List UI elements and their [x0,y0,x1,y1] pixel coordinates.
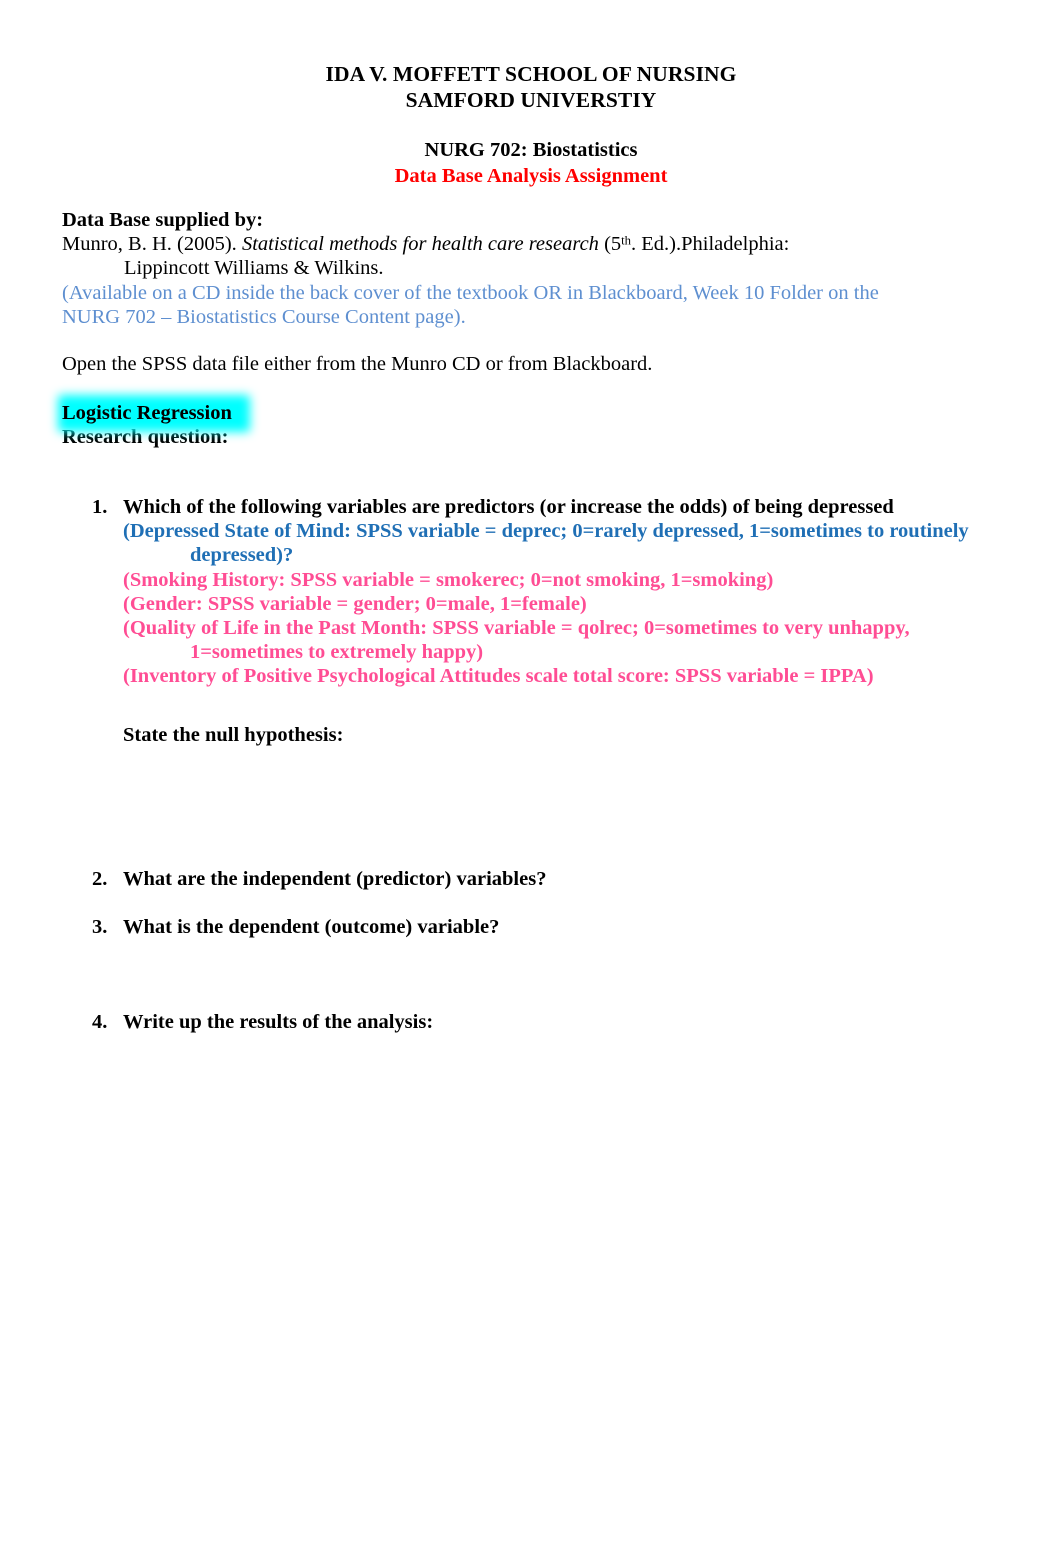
data-base-supplied-by-label: Data Base supplied by: [62,209,264,231]
state-null-hypothesis-prompt: State the null hypothesis: [123,723,344,746]
question-number-4: 4. [92,1011,108,1034]
question-item-2: 2. What are the independent (predictor) … [62,867,1022,891]
citation-publisher: Lippincott Williams & Wilkins. [124,257,384,280]
question-text-1: Which of the following variables are pre… [123,496,894,518]
question-item-1: 1. Which of the following variables are … [62,495,1022,519]
question-number-1: 1. [92,496,108,518]
question-list: 1. Which of the following variables are … [62,495,1022,1034]
answer-space-question-3 [62,939,1022,1010]
institution-name-line1: IDA V. MOFFETT SCHOOL OF NURSING [325,62,737,86]
citation-title: Statistical methods for health care rese… [241,233,599,256]
header-spacer [0,113,1062,138]
answer-space-question-2 [62,891,1022,915]
open-spss-instruction: Open the SPSS data file either from the … [62,353,653,376]
document-header: IDA V. MOFFETT SCHOOL OF NURSING SAMFORD… [0,62,1062,189]
question-text-3: What is the dependent (outcome) variable… [123,916,500,939]
question-number-2: 2. [92,867,108,890]
availability-note-line1: (Available on a CD inside the back cover… [62,281,879,304]
logistic-regression-heading-text: Logistic Regression [62,402,232,425]
course-title: NURG 702: Biostatistics [424,139,638,161]
question-1-subline-smokerec: (Smoking History: SPSS variable = smoker… [123,568,774,591]
spacer-before-instruction [62,329,1002,352]
question-number-3: 3. [92,916,108,939]
answer-space-null-hypothesis [62,747,1022,867]
document-body: Data Base supplied by: Munro, B. H. (200… [58,208,1002,450]
assignment-title: Data Base Analysis Assignment [394,164,668,187]
institution-name-line2: SAMFORD UNIVERSTIY [405,87,657,112]
question-1-subline-ippa: (Inventory of Positive Psychological Att… [123,665,874,688]
question-1-subline-gender: (Gender: SPSS variable = gender; 0=male,… [123,592,587,615]
document-page: IDA V. MOFFETT SCHOOL OF NURSING SAMFORD… [0,0,1062,1556]
question-item-4: 4. Write up the results of the analysis: [62,1010,1022,1034]
citation-edition-suffix: . Ed.).Philadelphia: [631,233,790,256]
question-1-subline-qolrec-a: (Quality of Life in the Past Month: SPSS… [123,617,910,640]
spacer-before-null-hypothesis [62,689,1022,723]
question-1-subline-deprec-a: (Depressed State of Mind: SPSS variable … [123,520,969,543]
citation-author-year: Munro, B. H. (2005). [62,233,242,256]
logistic-regression-heading: Logistic Regression [58,395,250,433]
question-text-2: What are the independent (predictor) var… [123,867,547,890]
question-text-4: Write up the results of the analysis: [123,1011,434,1034]
question-1-subline-deprec-b: depressed)? [190,544,294,567]
availability-note-line2: NURG 702 – Biostatistics Course Content … [62,305,466,328]
question-item-3: 3. What is the dependent (outcome) varia… [62,915,1022,939]
citation-edition-prefix: (5 [598,233,622,256]
citation-edition-superscript: th [621,233,632,248]
question-1-subline-qolrec-b: 1=sometimes to extremely happy) [190,641,484,664]
citation-line: Munro, B. H. (2005). Statistical methods… [62,232,1002,256]
